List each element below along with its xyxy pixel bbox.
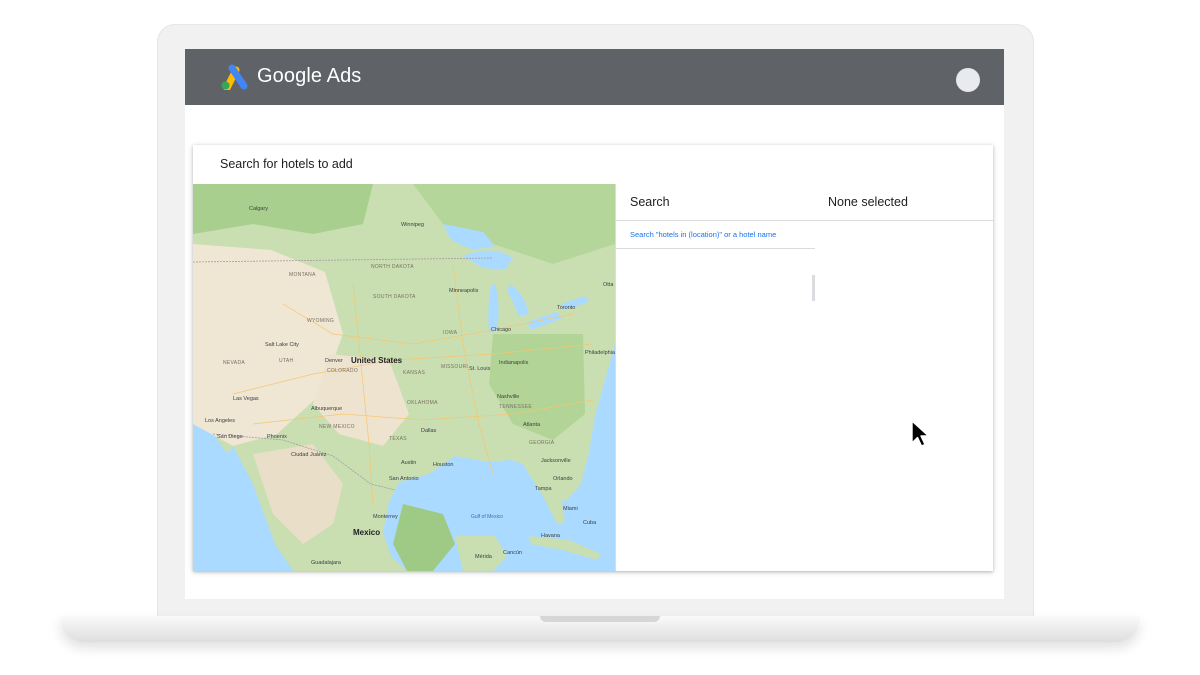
map-label-toronto: Toronto	[557, 305, 576, 311]
map-label-gulf-of-mexico: Gulf of Mexico	[471, 514, 503, 520]
selected-hotels-column: None selected	[815, 184, 993, 571]
map-label-missouri: MISSOURI	[441, 364, 469, 370]
map-label-chicago: Chicago	[491, 327, 512, 333]
search-column: Search Search "hotels in (location)" or …	[615, 184, 817, 571]
map-label-montana: MONTANA	[289, 272, 316, 278]
map-label-jacksonville: Jacksonville	[541, 458, 571, 464]
avatar[interactable]	[956, 68, 980, 92]
hotel-search-panel: Search for hotels to add Calgary Winnipe…	[193, 145, 993, 571]
map-label-minneapolis: Minneapolis	[449, 288, 479, 294]
map-label-salt-lake-city: Salt Lake City	[265, 342, 299, 348]
map-label-las-vegas: Las Vegas	[233, 396, 259, 402]
map-label-indianapolis: Indianapolis	[499, 360, 529, 366]
map-label-orlando: Orlando	[553, 476, 573, 482]
map-label-nashville: Nashville	[497, 394, 520, 400]
selected-header: None selected	[815, 184, 993, 221]
map-label-merida: Mérida	[475, 554, 492, 560]
map-label-houston: Houston	[433, 462, 454, 468]
map-label-st-louis: St. Louis	[469, 366, 491, 372]
google-ads-logo-icon	[221, 64, 248, 90]
map-label-utah: UTAH	[279, 358, 294, 364]
map-label-atlanta: Atlanta	[523, 422, 541, 428]
map-label-miami: Miami	[563, 506, 578, 512]
map-label-cuba: Cuba	[583, 520, 597, 526]
map-label-albuquerque: Albuquerque	[311, 406, 343, 412]
map-label-los-angeles: Los Angeles	[205, 418, 235, 424]
map-label-winnipeg: Winnipeg	[401, 222, 424, 228]
map-label-georgia: GEORGIA	[529, 440, 555, 446]
map-label-south-dakota: SOUTH DAKOTA	[373, 294, 416, 300]
app-title: Google Ads	[257, 65, 362, 87]
map-label-dallas: Dallas	[421, 428, 437, 434]
map-label-havana: Havana	[541, 533, 560, 539]
map-label-wyoming: WYOMING	[307, 318, 335, 324]
map-label-phoenix: Phoenix	[267, 434, 287, 440]
map-view[interactable]: Calgary Winnipeg Minneapolis Chicago Tor…	[193, 184, 615, 571]
map-label-ciudad-juarez: Ciudad Juárez	[291, 452, 327, 458]
app-header: Google Ads	[185, 49, 1004, 105]
map-label-mexico: Mexico	[353, 528, 381, 537]
app-screen: Google Ads Search for hotels to add Calg…	[185, 49, 1004, 599]
map-label-kansas: KANSAS	[403, 370, 426, 376]
map-label-austin: Austin	[401, 460, 417, 466]
map-label-denver: Denver	[325, 358, 343, 364]
search-header: Search	[616, 184, 816, 221]
map-label-san-antonio: San Antonio	[389, 476, 419, 482]
mouse-pointer-icon	[911, 420, 930, 447]
search-input[interactable]: Search "hotels in (location)" or a hotel…	[616, 221, 816, 249]
map-label-colorado: COLORADO	[327, 368, 359, 374]
map-label-calgary: Calgary	[249, 206, 268, 212]
map-label-monterrey: Monterrey	[373, 514, 398, 520]
map-label-tennessee: TENNESSEE	[499, 404, 532, 410]
map-label-san-diego: San Diego	[217, 434, 243, 440]
map-label-guadalajara: Guadalajara	[311, 560, 341, 566]
map-label-new-mexico: NEW MEXICO	[319, 424, 355, 430]
map-label-texas: TEXAS	[389, 436, 407, 442]
map-label-united-states: United States	[351, 356, 403, 365]
map-label-nevada: NEVADA	[223, 360, 245, 366]
panel-title: Search for hotels to add	[220, 157, 353, 171]
map-label-tampa: Tampa	[535, 486, 552, 492]
map-label-iowa: IOWA	[443, 330, 458, 336]
map-label-ottawa: Otta	[603, 282, 614, 288]
map-label-cancun: Cancún	[503, 550, 522, 556]
map-label-oklahoma: OKLAHOMA	[407, 400, 438, 406]
map-label-philadelphia: Philadelphia	[585, 350, 615, 356]
map-canvas	[193, 184, 615, 571]
map-label-north-dakota: NORTH DAKOTA	[371, 264, 414, 270]
laptop-notch	[540, 616, 660, 622]
